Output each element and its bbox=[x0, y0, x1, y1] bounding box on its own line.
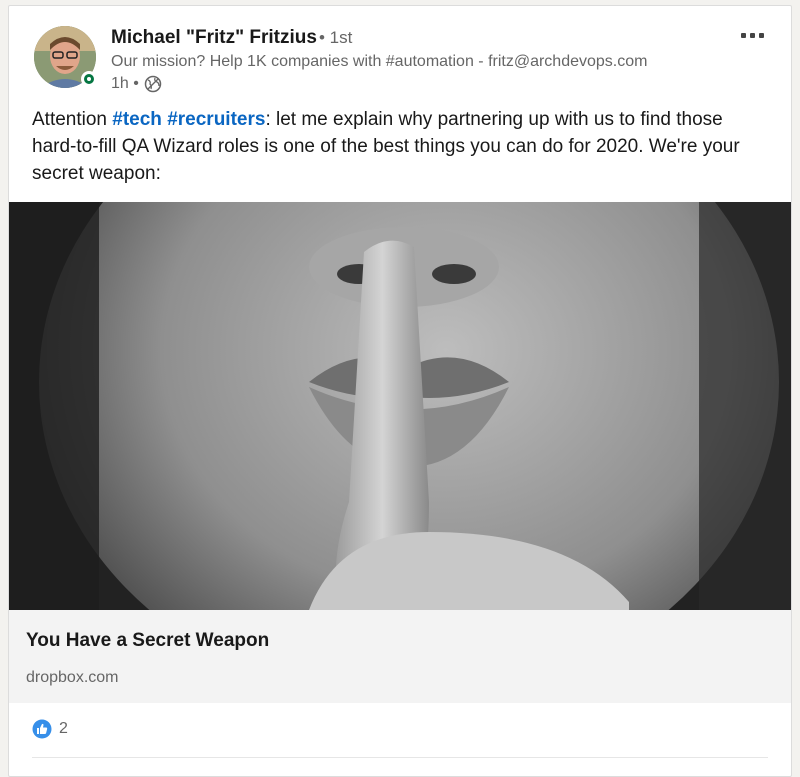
feed-post-card: Michael "Fritz" Fritzius • 1st Our missi… bbox=[8, 5, 792, 777]
author-headline: Our mission? Help 1K companies with #aut… bbox=[111, 53, 648, 70]
divider bbox=[32, 757, 768, 758]
hashtag-recruiters[interactable]: #recruiters bbox=[167, 109, 265, 130]
link-preview-image[interactable] bbox=[9, 202, 791, 610]
post-time: 1h • bbox=[111, 75, 139, 92]
link-domain: dropbox.com bbox=[26, 669, 119, 686]
social-counts[interactable]: 2 bbox=[32, 719, 68, 739]
author-name[interactable]: Michael "Fritz" Fritzius bbox=[111, 27, 317, 49]
hashtag-tech[interactable]: #tech bbox=[112, 109, 162, 130]
connection-degree: • 1st bbox=[319, 28, 353, 47]
post-meta: 1h • bbox=[111, 75, 162, 93]
more-options-icon[interactable] bbox=[735, 26, 769, 44]
link-title[interactable]: You Have a Secret Weapon bbox=[26, 630, 269, 652]
online-status-icon bbox=[81, 71, 97, 87]
post-header: Michael "Fritz" Fritzius • 1st Our missi… bbox=[9, 6, 791, 102]
post-commentary: Attention #tech #recruiters: let me expl… bbox=[32, 106, 772, 187]
link-preview-bar[interactable]: You Have a Secret Weapon dropbox.com bbox=[9, 610, 791, 703]
reaction-count[interactable]: 2 bbox=[59, 720, 68, 738]
commentary-text: Attention bbox=[32, 109, 113, 130]
like-icon bbox=[32, 719, 52, 739]
globe-icon bbox=[144, 75, 162, 93]
